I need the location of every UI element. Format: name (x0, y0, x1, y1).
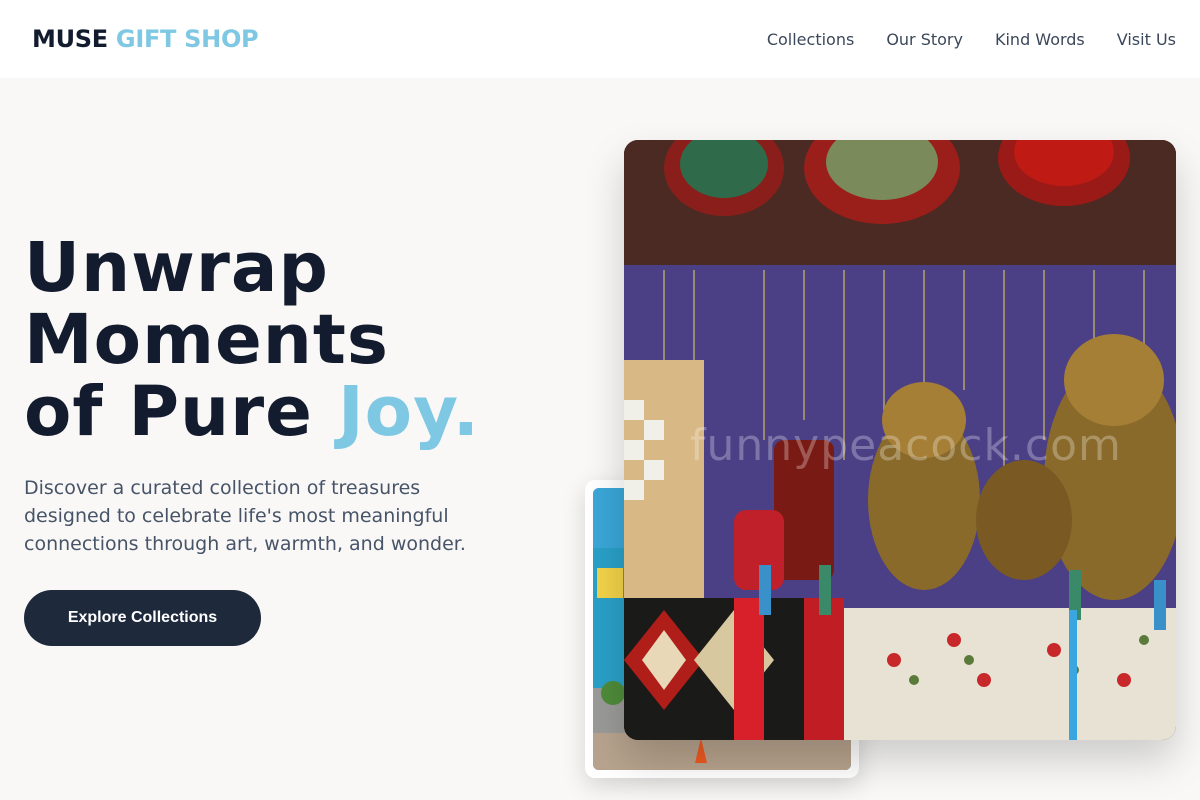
main-photo (624, 140, 1176, 740)
nav-kind-words[interactable]: Kind Words (995, 30, 1085, 49)
market-stall-illustration (624, 140, 1176, 740)
headline-accent: Joy. (338, 372, 480, 452)
hero-description: Discover a curated collection of treasur… (24, 477, 466, 555)
site-header: MUSE GIFT SHOP Collections Our Story Kin… (0, 0, 1200, 78)
logo-gift-shop: GIFT SHOP (115, 25, 259, 53)
headline-line-2: Moments (24, 300, 389, 380)
logo[interactable]: MUSE GIFT SHOP (32, 25, 259, 53)
headline-line-3: of Pure (24, 372, 313, 452)
hero-headline: Unwrap Moments of Pure Joy. (24, 232, 564, 448)
hero-text: Unwrap Moments of Pure Joy. Discover a c… (24, 232, 564, 646)
main-nav: Collections Our Story Kind Words Visit U… (767, 30, 1176, 49)
logo-muse: MUSE (32, 25, 108, 53)
nav-collections[interactable]: Collections (767, 30, 854, 49)
headline-line-1: Unwrap (24, 228, 329, 308)
nav-our-story[interactable]: Our Story (886, 30, 963, 49)
explore-collections-button[interactable]: Explore Collections (24, 590, 261, 646)
nav-visit-us[interactable]: Visit Us (1117, 30, 1176, 49)
